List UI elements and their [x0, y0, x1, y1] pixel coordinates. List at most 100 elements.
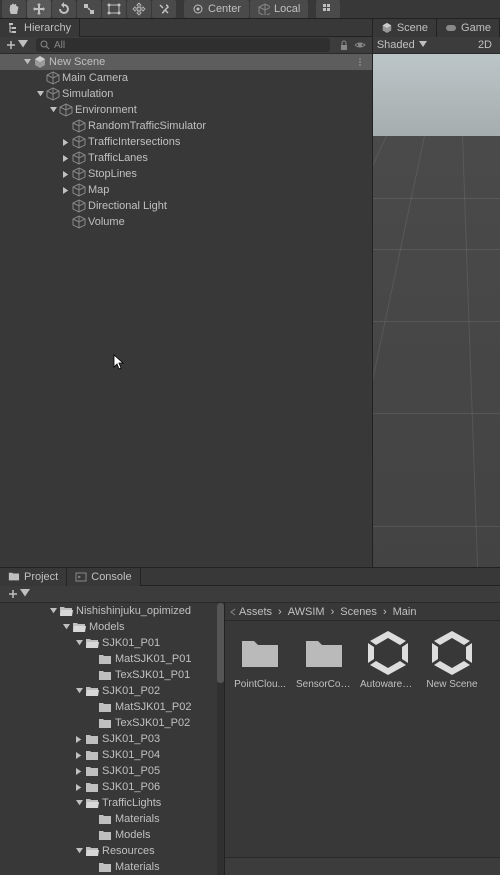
chevron-down-icon: [18, 40, 28, 50]
foldout-icon[interactable]: [48, 105, 59, 116]
tree-item-rts[interactable]: RandomTrafficSimulator: [0, 118, 372, 134]
tree-item-camera[interactable]: Main Camera: [0, 70, 372, 86]
ftree-item[interactable]: Materials: [0, 811, 224, 827]
folder-tree-scrollbar[interactable]: [217, 603, 224, 875]
scene-tab-label: Scene: [397, 22, 428, 34]
folder-icon: [98, 861, 112, 873]
asset-label: SensorConf...: [296, 679, 352, 690]
chevron-down-icon: [20, 589, 30, 599]
rotate-tool-button[interactable]: [52, 0, 76, 18]
hand-tool-button[interactable]: [2, 0, 26, 18]
ftree-item[interactable]: SJK01_P05: [0, 763, 224, 779]
gameobject-icon: [72, 119, 86, 133]
asset-item-scene[interactable]: AutowareS...: [359, 629, 417, 690]
tree-item-dlight[interactable]: Directional Light: [0, 198, 372, 214]
folder-icon: [98, 813, 112, 825]
scene-context-button[interactable]: [352, 54, 368, 73]
hierarchy-tab[interactable]: Hierarchy: [0, 19, 80, 37]
tree-item-simulation[interactable]: Simulation: [0, 86, 372, 102]
breadcrumb-segment[interactable]: Main: [393, 606, 417, 618]
tree-item-stop[interactable]: StopLines: [0, 166, 372, 182]
create-button[interactable]: [2, 40, 32, 50]
ftree-item[interactable]: SJK01_P03: [0, 731, 224, 747]
gameobject-icon: [72, 183, 86, 197]
ftree-item[interactable]: MatSJK01_P01: [0, 651, 224, 667]
breadcrumb-segment[interactable]: AWSIM: [288, 606, 325, 618]
draw-mode-dropdown[interactable]: Shaded: [377, 39, 427, 51]
tree-item-map[interactable]: Map: [0, 182, 372, 198]
ftree-label: Materials: [115, 861, 160, 873]
lock-icon[interactable]: [338, 39, 350, 51]
asset-label: AutowareS...: [360, 679, 416, 690]
draw-mode-label: Shaded: [377, 39, 415, 51]
asset-item-folder[interactable]: SensorConf...: [295, 629, 353, 690]
ftree-label: TrafficLights: [102, 797, 161, 809]
foldout-icon[interactable]: [61, 185, 72, 196]
project-create-button[interactable]: [4, 589, 34, 599]
project-tab[interactable]: Project: [0, 568, 67, 586]
foldout-icon[interactable]: [35, 89, 46, 100]
ftree-item[interactable]: TexSJK01_P02: [0, 715, 224, 731]
tree-label: TrafficLanes: [88, 152, 148, 164]
breadcrumb: Assets › AWSIM › Scenes › Main: [225, 603, 500, 621]
snap-button[interactable]: [316, 0, 340, 18]
ftree-item[interactable]: SJK01_P06: [0, 779, 224, 795]
gameobject-icon: [72, 215, 86, 229]
tree-item-tlanes[interactable]: TrafficLanes: [0, 150, 372, 166]
console-tab-label: Console: [91, 571, 131, 583]
asset-item-folder[interactable]: PointClou...: [231, 629, 289, 690]
breadcrumb-segment[interactable]: Assets: [239, 606, 272, 618]
folder-icon: [98, 829, 112, 841]
ftree-item[interactable]: TexSJK01_P01: [0, 667, 224, 683]
scene-icon: [33, 55, 47, 69]
asset-item-scene[interactable]: New Scene: [423, 629, 481, 690]
scale-tool-button[interactable]: [77, 0, 101, 18]
ftree-item[interactable]: SJK01_P02: [0, 683, 224, 699]
unity-logo-icon: [364, 629, 412, 677]
ftree-label: Resources: [102, 845, 155, 857]
scene-tab[interactable]: Scene: [373, 19, 437, 37]
ftree-item[interactable]: SJK01_P01: [0, 635, 224, 651]
ftree-item[interactable]: SJK01_P04: [0, 747, 224, 763]
ftree-item[interactable]: Resources: [0, 843, 224, 859]
scrollbar-thumb[interactable]: [217, 603, 224, 683]
tree-item-volume[interactable]: Volume: [0, 214, 372, 230]
breadcrumb-segment[interactable]: Scenes: [340, 606, 377, 618]
pivot-rotation-button[interactable]: Local: [250, 0, 308, 18]
custom-tool-button[interactable]: [152, 0, 176, 18]
foldout-icon[interactable]: [61, 153, 72, 164]
foldout-icon[interactable]: [22, 57, 33, 68]
pivot-mode-button[interactable]: Center: [184, 0, 249, 18]
gameobject-icon: [46, 87, 60, 101]
hierarchy-search-input[interactable]: All: [36, 38, 330, 52]
move-tool-button[interactable]: [27, 0, 51, 18]
mouse-cursor: [113, 354, 125, 372]
console-tab[interactable]: Console: [67, 568, 140, 586]
ftree-item[interactable]: MatSJK01_P02: [0, 699, 224, 715]
ftree-item[interactable]: Models: [0, 619, 224, 635]
foldout-icon[interactable]: [61, 137, 72, 148]
console-icon: [75, 571, 87, 583]
visibility-icon[interactable]: [354, 39, 366, 51]
pivot-rotation-label: Local: [274, 3, 300, 15]
scene-viewport[interactable]: [373, 54, 500, 567]
chevron-left-icon[interactable]: [229, 608, 237, 616]
tree-label: Directional Light: [88, 200, 167, 212]
tree-label: Simulation: [62, 88, 113, 100]
ftree-item[interactable]: Nishishinjuku_opimized: [0, 603, 224, 619]
game-tab[interactable]: Game: [437, 19, 500, 37]
gameobject-icon: [59, 103, 73, 117]
tree-item-environment[interactable]: Environment: [0, 102, 372, 118]
toggle-2d-button[interactable]: 2D: [474, 39, 496, 51]
ftree-item[interactable]: Materials: [0, 859, 224, 875]
ftree-item[interactable]: Models: [0, 827, 224, 843]
folder-icon: [300, 629, 348, 677]
ftree-label: Nishishinjuku_opimized: [76, 605, 191, 617]
transform-tool-button[interactable]: [127, 0, 151, 18]
tree-item-tint[interactable]: TrafficIntersections: [0, 134, 372, 150]
rect-tool-button[interactable]: [102, 0, 126, 18]
tree-scene-root[interactable]: New Scene: [0, 54, 372, 70]
foldout-icon[interactable]: [61, 169, 72, 180]
ftree-label: MatSJK01_P01: [115, 653, 191, 665]
ftree-label: SJK01_P03: [102, 733, 160, 745]
